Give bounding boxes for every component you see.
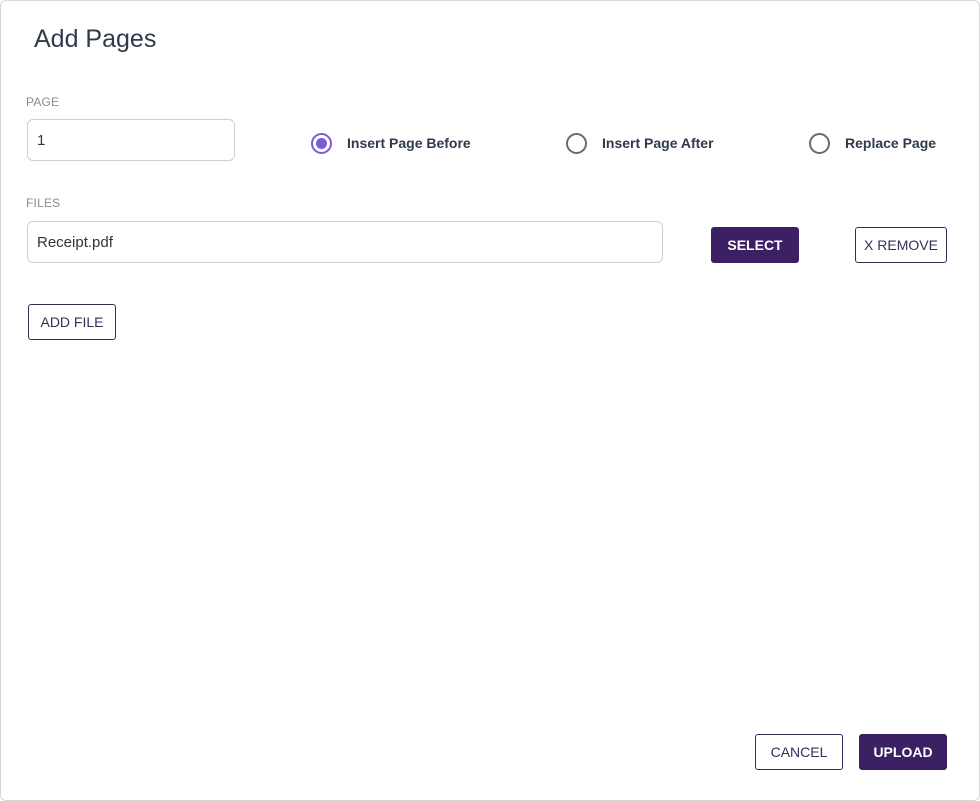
page-section-label: PAGE (26, 95, 60, 109)
radio-label: Insert Page After (602, 135, 714, 151)
radio-replace-page[interactable]: Replace Page (809, 132, 936, 154)
remove-file-button[interactable]: X REMOVE (855, 227, 947, 263)
page-number-input[interactable] (27, 119, 235, 161)
cancel-button[interactable]: CANCEL (755, 734, 843, 770)
radio-insert-page-before[interactable]: Insert Page Before (311, 132, 471, 154)
files-section-label: FILES (26, 196, 61, 210)
select-file-button[interactable]: SELECT (711, 227, 799, 263)
radio-insert-page-after[interactable]: Insert Page After (566, 132, 714, 154)
file-name-field[interactable] (27, 221, 663, 263)
radio-label: Insert Page Before (347, 135, 471, 151)
radio-label: Replace Page (845, 135, 937, 151)
upload-button[interactable]: UPLOAD (859, 734, 947, 770)
radio-unselected-icon (566, 132, 587, 154)
add-pages-dialog: Add Pages PAGE Insert Page Before Insert… (0, 0, 980, 801)
dialog-title: Add Pages (34, 25, 157, 53)
add-file-button[interactable]: ADD FILE (28, 304, 116, 340)
radio-selected-icon (311, 132, 332, 154)
radio-dot-icon (316, 137, 327, 149)
radio-unselected-icon (809, 132, 830, 154)
